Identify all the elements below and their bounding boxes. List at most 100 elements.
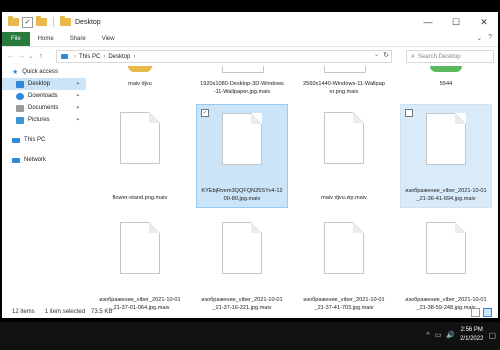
title-bar: ✓ Desktop — ☐ ✕ bbox=[2, 12, 498, 32]
sidebar-item-label: This PC bbox=[24, 137, 46, 143]
file-item[interactable]: 2560x1440-Windows-11-Wallpaper.png.maiv bbox=[298, 66, 390, 96]
star-icon: ★ bbox=[12, 68, 19, 76]
file-item[interactable]: изображение_viber_2021-10-01_21-37-01-06… bbox=[94, 214, 186, 314]
file-name: KYEbjRvem3QQFQN25SYv4-1200-80.jpg.maiv bbox=[201, 188, 283, 202]
selection-checkbox[interactable]: ✓ bbox=[201, 109, 209, 117]
clock[interactable]: 2:56 PM 2/1/2022 bbox=[460, 326, 483, 344]
file-name: flower-stand.png.maiv bbox=[112, 195, 168, 201]
view-switcher bbox=[471, 308, 492, 317]
file-name: изображение_viber_2021-10-01_21-36-41-69… bbox=[405, 188, 487, 202]
explorer-window: ✓ Desktop — ☐ ✕ File Home Share View ⌄ ?… bbox=[2, 12, 498, 318]
sidebar-item-label: Downloads bbox=[28, 93, 58, 99]
tab-share[interactable]: Share bbox=[62, 32, 94, 46]
minimize-button[interactable]: — bbox=[414, 12, 442, 32]
file-icon bbox=[120, 222, 160, 274]
sidebar-item-this-pc[interactable]: This PC bbox=[2, 134, 86, 146]
file-icon bbox=[222, 222, 262, 274]
pin-icon: ✦ bbox=[75, 117, 80, 123]
expand-ribbon-icon[interactable]: ⌄ bbox=[476, 34, 482, 42]
sidebar-item-documents[interactable]: Documents ✦ bbox=[2, 102, 86, 114]
file-item[interactable]: изображение_viber_2021-10-01_21-36-41-69… bbox=[400, 104, 492, 208]
sidebar-item-network[interactable]: Network bbox=[2, 154, 86, 166]
file-icon bbox=[426, 113, 466, 165]
file-item[interactable]: 5544 bbox=[400, 66, 492, 88]
up-button[interactable]: ↑ bbox=[36, 53, 46, 60]
network-icon bbox=[12, 157, 20, 163]
sidebar-item-downloads[interactable]: Downloads ✦ bbox=[2, 90, 86, 102]
file-icon bbox=[222, 66, 264, 73]
file-icon bbox=[120, 112, 160, 164]
breadcrumb-this-pc[interactable]: This PC bbox=[79, 54, 100, 60]
details-view-button[interactable] bbox=[471, 308, 480, 317]
new-folder-icon[interactable] bbox=[36, 16, 47, 26]
pin-icon: ✦ bbox=[75, 81, 80, 87]
item-count: 12 items bbox=[12, 309, 35, 315]
folder-icon bbox=[8, 16, 19, 26]
clock-date: 2/1/2022 bbox=[460, 336, 484, 342]
large-icons-view-button[interactable] bbox=[483, 308, 492, 317]
show-hidden-icons-icon[interactable]: ^ bbox=[426, 332, 429, 339]
breadcrumb-desktop[interactable]: Desktop bbox=[108, 54, 130, 60]
sidebar-item-label: Quick access bbox=[22, 69, 58, 75]
forward-button[interactable]: → bbox=[16, 53, 26, 60]
address-row: ← → ⌄ ↑ › This PC › Desktop › ⌄ ↻ ⌕ Sear… bbox=[2, 48, 498, 64]
ribbon-right: ⌄ ? bbox=[476, 34, 492, 42]
selection-checkbox[interactable] bbox=[405, 109, 413, 117]
notifications-icon[interactable]: ▢ bbox=[488, 331, 496, 340]
refresh-button[interactable]: ↻ bbox=[383, 51, 389, 59]
chevron-right-icon[interactable]: › bbox=[133, 54, 135, 60]
sidebar-item-quick-access[interactable]: ★ Quick access bbox=[2, 66, 86, 78]
chevron-right-icon[interactable]: › bbox=[103, 54, 105, 60]
divider bbox=[2, 126, 86, 134]
file-item[interactable]: maiv djvu.zip.maiv bbox=[298, 104, 390, 208]
sidebar-item-pictures[interactable]: Pictures ✦ bbox=[2, 114, 86, 126]
quick-access-toolbar: ✓ bbox=[8, 16, 71, 28]
folder-icon bbox=[128, 66, 152, 72]
search-icon: ⌕ bbox=[411, 52, 415, 60]
file-icon bbox=[324, 66, 366, 73]
help-icon[interactable]: ? bbox=[488, 34, 492, 42]
divider bbox=[2, 146, 86, 154]
file-name: 2560x1440-Windows-11-Wallpaper.png.maiv bbox=[303, 81, 385, 95]
maximize-button[interactable]: ☐ bbox=[442, 12, 470, 32]
tab-home[interactable]: Home bbox=[30, 32, 62, 46]
file-item[interactable]: изображение_viber_2021-10-01_21-38-59-24… bbox=[400, 214, 492, 314]
properties-icon[interactable]: ✓ bbox=[22, 16, 33, 28]
system-tray: ^ ▭ 🔊 2:56 PM 2/1/2022 ▢ bbox=[426, 326, 496, 344]
volume-icon[interactable]: 🔊 bbox=[446, 331, 455, 339]
tab-view[interactable]: View bbox=[94, 32, 123, 46]
selection-size: 73.5 KB bbox=[91, 309, 113, 315]
tab-file[interactable]: File bbox=[2, 32, 30, 46]
pc-icon bbox=[12, 137, 20, 143]
close-button[interactable]: ✕ bbox=[470, 12, 498, 32]
chevron-down-icon[interactable]: ⌄ bbox=[374, 51, 379, 58]
file-item[interactable]: изображение_viber_2021-10-01_21-37-16-22… bbox=[196, 214, 288, 314]
download-icon bbox=[16, 92, 24, 100]
file-item[interactable]: 1920x1080-Desktop-3D-Windows-11-Wallpape… bbox=[196, 66, 288, 96]
sidebar-item-label: Desktop bbox=[28, 81, 51, 87]
sidebar-item-desktop[interactable]: Desktop ✦ bbox=[2, 78, 86, 90]
file-item[interactable]: изображение_viber_2021-10-01_21-37-41-70… bbox=[298, 214, 390, 314]
search-placeholder: Search Desktop bbox=[417, 53, 461, 60]
back-button[interactable]: ← bbox=[6, 53, 16, 60]
desktop-icon bbox=[16, 80, 24, 88]
file-icon bbox=[426, 222, 466, 274]
address-bar[interactable]: › This PC › Desktop › ⌄ ↻ bbox=[56, 50, 392, 63]
image-icon bbox=[430, 66, 462, 72]
selection-count: 1 item selected bbox=[44, 309, 86, 315]
window-title: Desktop bbox=[75, 18, 101, 26]
file-name: maiv djvu bbox=[128, 81, 152, 87]
documents-icon bbox=[16, 104, 24, 112]
taskbar: ^ ▭ 🔊 2:56 PM 2/1/2022 ▢ bbox=[0, 322, 500, 350]
file-item-selected[interactable]: ✓ KYEbjRvem3QQFQN25SYv4-1200-80.jpg.maiv bbox=[196, 104, 288, 208]
recent-locations-icon[interactable]: ⌄ bbox=[26, 52, 36, 60]
chevron-right-icon[interactable]: › bbox=[74, 54, 76, 60]
file-icon bbox=[222, 113, 262, 165]
file-item[interactable]: maiv djvu bbox=[94, 66, 186, 88]
status-bar: 12 items 1 item selected 73.5 KB bbox=[2, 306, 498, 318]
search-input[interactable]: ⌕ Search Desktop bbox=[406, 50, 494, 63]
file-item[interactable]: flower-stand.png.maiv bbox=[94, 104, 186, 208]
sidebar-item-label: Network bbox=[24, 157, 47, 163]
network-status-icon[interactable]: ▭ bbox=[435, 331, 442, 339]
clock-time: 2:56 PM bbox=[460, 327, 483, 333]
